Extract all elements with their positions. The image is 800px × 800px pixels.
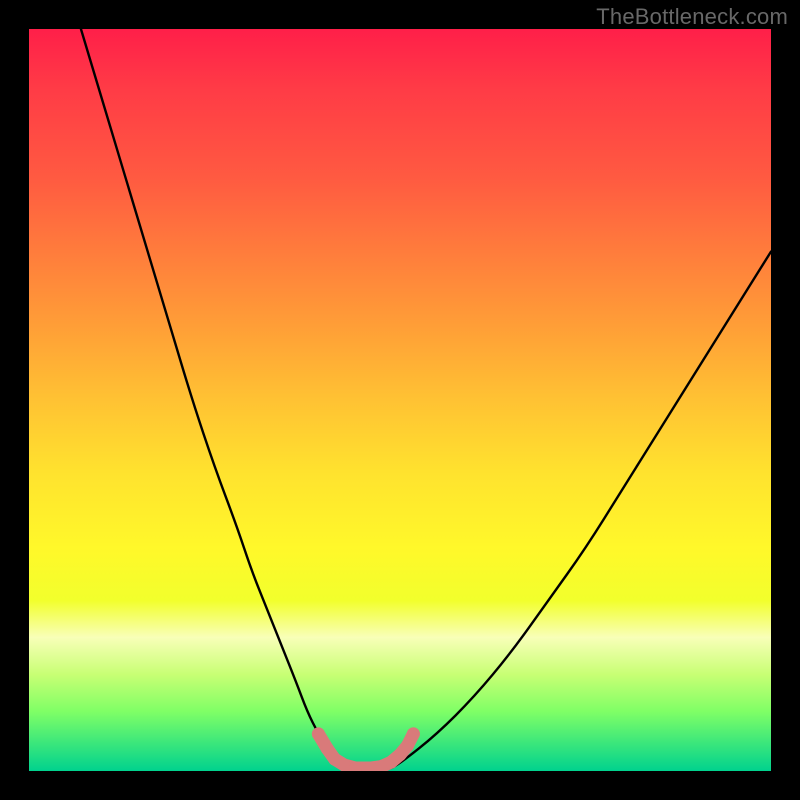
chart-svg <box>29 29 771 771</box>
plot-area <box>29 29 771 771</box>
watermark-text: TheBottleneck.com <box>596 4 788 30</box>
bottom-markers <box>312 727 420 771</box>
bottleneck-curve <box>81 29 771 771</box>
chart-frame: TheBottleneck.com <box>0 0 800 800</box>
